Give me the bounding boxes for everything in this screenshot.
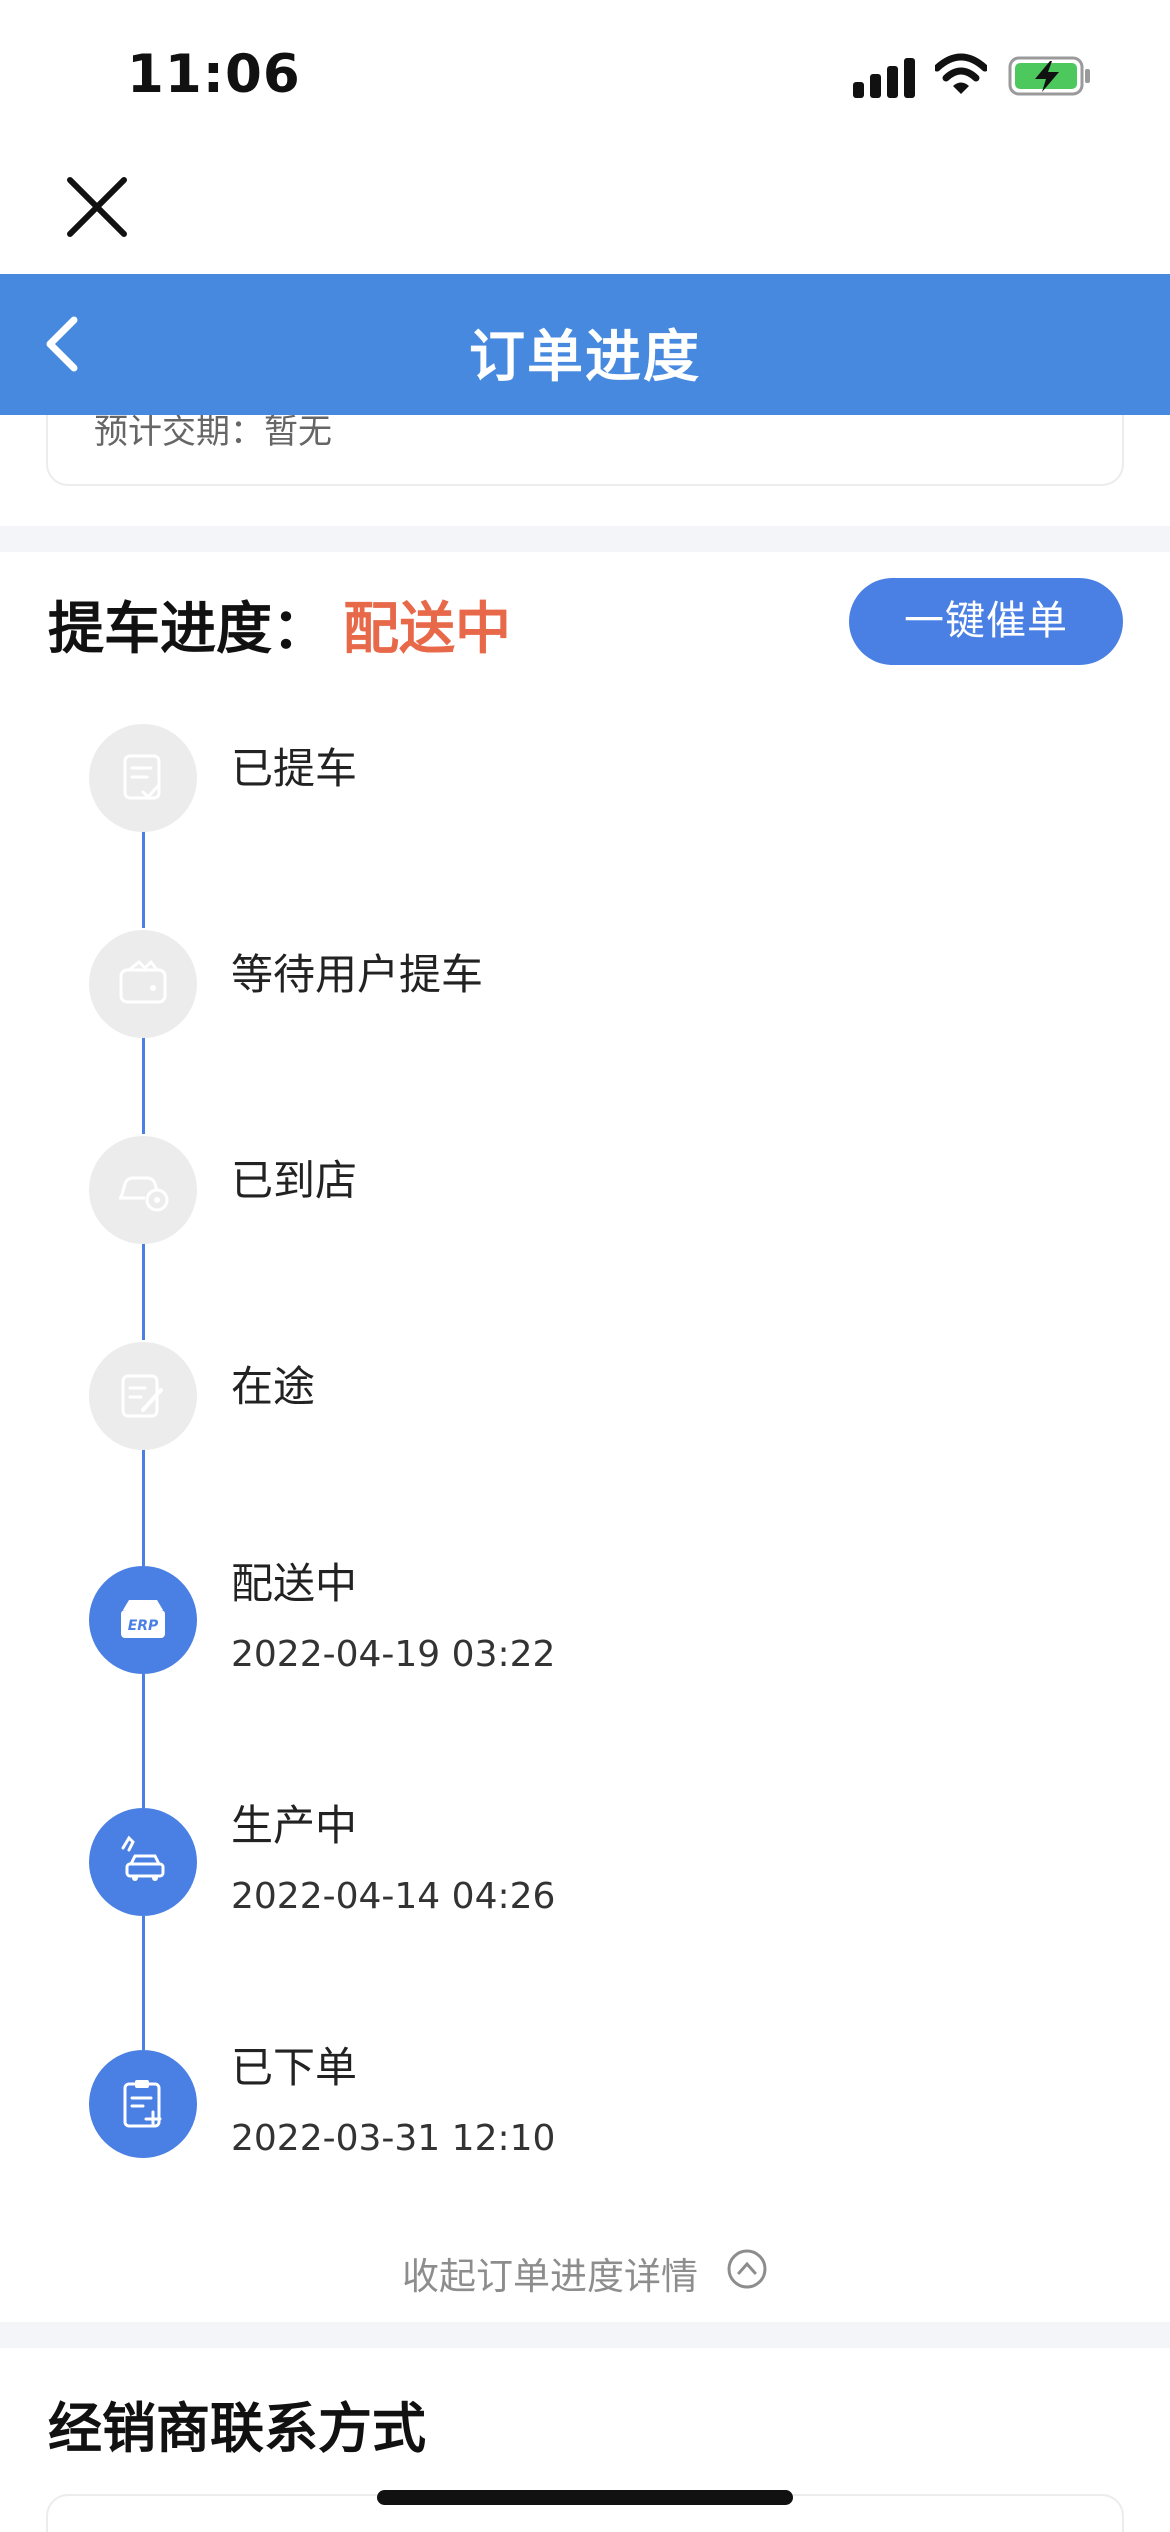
page-title: 订单进度 [469,325,701,390]
wifi-icon [935,53,987,94]
status-bar: 11:06 [0,0,1170,150]
step-label: 生产中 [231,1801,358,1850]
step-label: 已到店 [231,1156,358,1205]
battery-charging-icon [1008,56,1090,96]
collapse-progress-toggle[interactable]: 收起订单进度详情 [0,2238,1170,2298]
pickup-progress-section: 提车进度： 配送中 一键催单 已提车 等待用户提车 已到店 在途 ERP 配送中… [0,552,1170,2322]
clipboard-add-icon [123,2080,162,2128]
screen: 11:06 预计交期：暂无 订单进度 提车进度： 配送中 一键催单 已提车 等待… [0,0,1170,2532]
step-time: 2022-03-31 12:10 [231,2118,556,2159]
cellular-signal-icon [853,56,915,98]
step-label: 等待用户提车 [231,950,484,999]
step-icon-circle [89,724,197,832]
document-check-icon [123,754,161,800]
svg-text:ERP: ERP [128,1618,159,1634]
close-icon[interactable] [62,172,132,242]
section-divider [0,526,1170,552]
timeline-connector [142,1036,145,1134]
step-label: 配送中 [231,1559,358,1608]
erp-truck-icon: ERP [121,1600,165,1638]
edit-note-icon [121,1374,163,1418]
timeline-connector [142,830,145,928]
step-icon-circle [89,1808,197,1916]
timeline-connector [142,1916,145,2050]
status-time: 11:06 [127,44,301,105]
home-indicator[interactable] [377,2490,793,2505]
step-time: 2022-04-19 03:22 [231,1634,556,1675]
step-label: 在途 [231,1362,316,1411]
step-icon-circle [89,2050,197,2158]
step-icon-circle [89,1136,197,1244]
timeline-connector [142,1242,145,1340]
step-icon-circle [89,1342,197,1450]
step-label: 已提车 [231,744,358,793]
step-label: 已下单 [231,2043,358,2092]
progress-status: 配送中 [343,597,511,662]
section-divider [0,2322,1170,2348]
chevron-up-circle-icon [727,2249,767,2289]
progress-heading: 提车进度： [48,597,328,662]
nav-header: 订单进度 [0,274,1170,415]
urge-order-button[interactable]: 一键催单 [849,578,1123,665]
timeline-connector [142,1674,145,1808]
timeline-connector [142,1448,145,1566]
car-store-icon [119,1176,169,1212]
step-icon-circle [89,930,197,1038]
wallet-icon [119,960,167,1004]
collapse-text: 收起订单进度详情 [402,2255,698,2298]
step-icon-circle: ERP [89,1566,197,1674]
step-time: 2022-04-14 04:26 [231,1876,556,1917]
car-assembly-icon [121,1835,165,1881]
dealer-contact-title: 经销商联系方式 [48,2397,426,2460]
